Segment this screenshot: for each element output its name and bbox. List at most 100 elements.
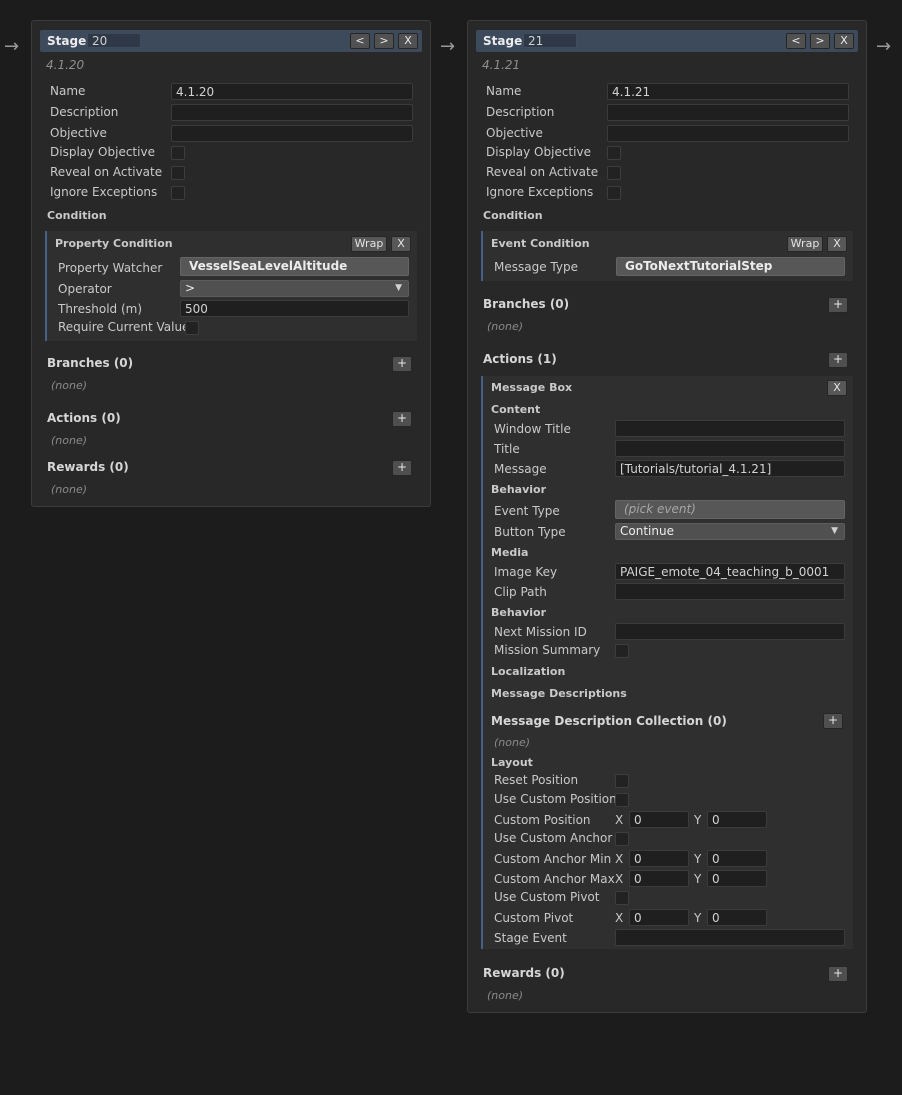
name-field[interactable]: 4.1.20	[171, 83, 413, 100]
layout-heading: Layout	[491, 756, 533, 769]
operator-value: >	[185, 281, 196, 295]
custom-pivot-y[interactable]: 0	[707, 909, 767, 926]
branches-heading: Branches (0)	[47, 356, 134, 370]
remove-stage-button[interactable]: X	[398, 33, 418, 49]
y-label: Y	[694, 813, 702, 827]
threshold-field[interactable]: 500	[180, 300, 409, 317]
description-field[interactable]	[607, 104, 849, 121]
description-field[interactable]	[171, 104, 413, 121]
y-label: Y	[694, 852, 702, 866]
stage-header: Stage 21 < > X	[476, 30, 858, 52]
custom-anchor-max-x[interactable]: 0	[629, 870, 689, 887]
actions-empty: (none)	[51, 434, 88, 447]
prev-stage-button[interactable]: <	[350, 33, 370, 49]
x-label: X	[615, 911, 624, 925]
custom-pivot-x[interactable]: 0	[629, 909, 689, 926]
add-reward-button[interactable]: +	[828, 966, 848, 982]
localization-heading: Localization	[491, 665, 566, 678]
event-type-picker[interactable]: (pick event)	[615, 500, 845, 519]
description-label: Description	[50, 105, 119, 119]
use-custom-position-checkbox[interactable]	[615, 793, 629, 807]
event-type-label: Event Type	[494, 504, 560, 518]
add-reward-button[interactable]: +	[392, 460, 412, 476]
custom-position-x[interactable]: 0	[629, 811, 689, 828]
next-stage-button[interactable]: >	[810, 33, 830, 49]
content-heading: Content	[491, 403, 541, 416]
require-current-value-checkbox[interactable]	[185, 321, 199, 335]
name-field[interactable]: 4.1.21	[607, 83, 849, 100]
window-title-field[interactable]	[615, 420, 845, 437]
display-objective-checkbox[interactable]	[171, 146, 185, 160]
branches-empty: (none)	[51, 379, 88, 392]
require-current-value-label: Require Current Value	[58, 320, 190, 334]
next-mission-id-field[interactable]	[615, 623, 845, 640]
reveal-on-activate-checkbox[interactable]	[171, 166, 185, 180]
display-objective-checkbox[interactable]	[607, 146, 621, 160]
title-field[interactable]	[615, 440, 845, 457]
add-branch-button[interactable]: +	[828, 297, 848, 313]
reset-position-checkbox[interactable]	[615, 774, 629, 788]
image-key-field[interactable]: PAIGE_emote_04_teaching_b_0001	[615, 563, 845, 580]
remove-condition-button[interactable]: X	[391, 236, 411, 252]
behavior-heading: Behavior	[491, 483, 547, 496]
add-description-button[interactable]: +	[823, 713, 843, 729]
reveal-on-activate-label: Reveal on Activate	[486, 165, 599, 179]
remove-action-button[interactable]: X	[827, 380, 847, 396]
add-action-button[interactable]: +	[828, 352, 848, 368]
wrap-button[interactable]: Wrap	[787, 236, 823, 252]
message-box-block: Message Box X Content Window Title Title…	[481, 376, 853, 949]
stage-panel-20: Stage 20 < > X 4.1.20 Name 4.1.20 Descri…	[31, 20, 431, 507]
threshold-label: Threshold (m)	[58, 302, 143, 316]
use-custom-position-label: Use Custom Position	[494, 792, 617, 806]
custom-anchor-min-x[interactable]: 0	[629, 850, 689, 867]
branches-heading: Branches (0)	[483, 297, 570, 311]
event-condition-title: Event Condition	[491, 237, 590, 250]
remove-stage-button[interactable]: X	[834, 33, 854, 49]
objective-field[interactable]	[607, 125, 849, 142]
custom-anchor-min-label: Custom Anchor Min	[494, 852, 612, 866]
add-branch-button[interactable]: +	[392, 356, 412, 372]
y-label: Y	[694, 872, 702, 886]
clip-path-field[interactable]	[615, 583, 845, 600]
add-action-button[interactable]: +	[392, 411, 412, 427]
use-custom-anchor-checkbox[interactable]	[615, 832, 629, 846]
ignore-exceptions-checkbox[interactable]	[607, 186, 621, 200]
next-stage-button[interactable]: >	[374, 33, 394, 49]
rewards-empty: (none)	[487, 989, 524, 1002]
arrow-right-icon: →	[876, 36, 892, 57]
ignore-exceptions-checkbox[interactable]	[171, 186, 185, 200]
property-watcher-field[interactable]: VesselSeaLevelAltitude	[180, 257, 409, 276]
x-label: X	[615, 852, 624, 866]
custom-position-y[interactable]: 0	[707, 811, 767, 828]
custom-anchor-min-y[interactable]: 0	[707, 850, 767, 867]
stage-number-field[interactable]: 20	[87, 33, 141, 48]
chevron-down-icon: ▼	[395, 283, 402, 293]
objective-field[interactable]	[171, 125, 413, 142]
wrap-button[interactable]: Wrap	[351, 236, 387, 252]
prev-stage-button[interactable]: <	[786, 33, 806, 49]
custom-anchor-max-y[interactable]: 0	[707, 870, 767, 887]
image-key-label: Image Key	[494, 565, 558, 579]
stage-number-field[interactable]: 21	[523, 33, 577, 48]
mission-summary-checkbox[interactable]	[615, 644, 629, 658]
ignore-exceptions-label: Ignore Exceptions	[50, 185, 158, 199]
name-label: Name	[50, 84, 86, 98]
objective-label: Objective	[486, 126, 543, 140]
message-box-title: Message Box	[491, 381, 573, 394]
stage-panel-21: Stage 21 < > X 4.1.21 Name 4.1.21 Descri…	[467, 20, 867, 1013]
x-label: X	[615, 872, 624, 886]
remove-condition-button[interactable]: X	[827, 236, 847, 252]
operator-dropdown[interactable]: > ▼	[180, 280, 409, 297]
ignore-exceptions-label: Ignore Exceptions	[486, 185, 594, 199]
message-type-field[interactable]: GoToNextTutorialStep	[616, 257, 845, 276]
rewards-empty: (none)	[51, 483, 88, 496]
reveal-on-activate-checkbox[interactable]	[607, 166, 621, 180]
custom-anchor-max-label: Custom Anchor Max	[494, 872, 615, 886]
button-type-dropdown[interactable]: Continue ▼	[615, 523, 845, 540]
stage-event-field[interactable]	[615, 929, 845, 946]
stage-id: 4.1.20	[46, 58, 85, 72]
actions-heading: Actions (1)	[483, 352, 557, 366]
message-field[interactable]: [Tutorials/tutorial_4.1.21]	[615, 460, 845, 477]
y-label: Y	[694, 911, 702, 925]
use-custom-pivot-checkbox[interactable]	[615, 891, 629, 905]
